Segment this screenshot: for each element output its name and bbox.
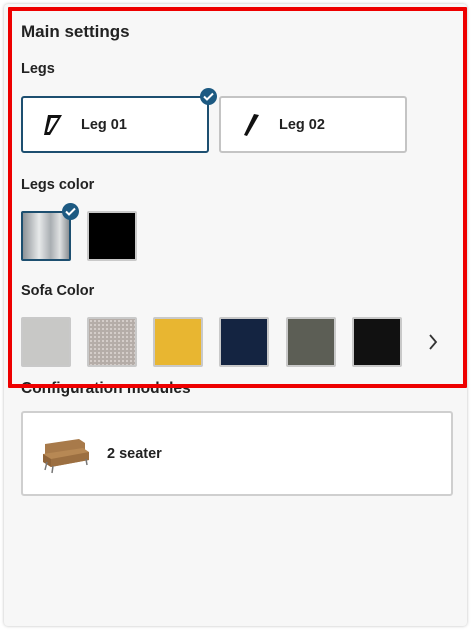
leg-option-label: Leg 02 [279,116,325,133]
leg-option-01[interactable]: Leg 01 [21,96,209,153]
selected-check-icon [62,203,79,220]
sofa-color-swatch-black[interactable] [352,317,402,367]
legs-color-black-swatch[interactable] [87,211,137,261]
legs-color-chrome-swatch[interactable] [21,211,71,261]
chevron-right-icon[interactable] [423,330,443,354]
sofa-color-swatch-oatmeal[interactable] [87,317,137,367]
sofa-color-swatch-yellow[interactable] [153,317,203,367]
tapered-leg-icon [237,111,265,139]
leg-option-02[interactable]: Leg 02 [219,96,407,153]
leg-option-label: Leg 01 [81,116,127,133]
module-card-2-seater[interactable]: 2 seater [21,411,453,496]
selected-check-icon [200,88,217,105]
sofa-thumbnail-icon [39,434,91,474]
legs-color-label: Legs color [21,177,95,193]
sofa-color-swatch-light-grey[interactable] [21,317,71,367]
configuration-modules-label: Configuration modules [21,380,191,397]
sofa-color-label: Sofa Color [21,283,95,299]
module-label: 2 seater [107,445,162,462]
legs-label: Legs [21,61,55,77]
sofa-color-swatch-navy[interactable] [219,317,269,367]
angled-leg-icon [39,111,67,139]
sofa-color-swatch-olive-grey[interactable] [286,317,336,367]
main-settings-title: Main settings [21,22,130,41]
